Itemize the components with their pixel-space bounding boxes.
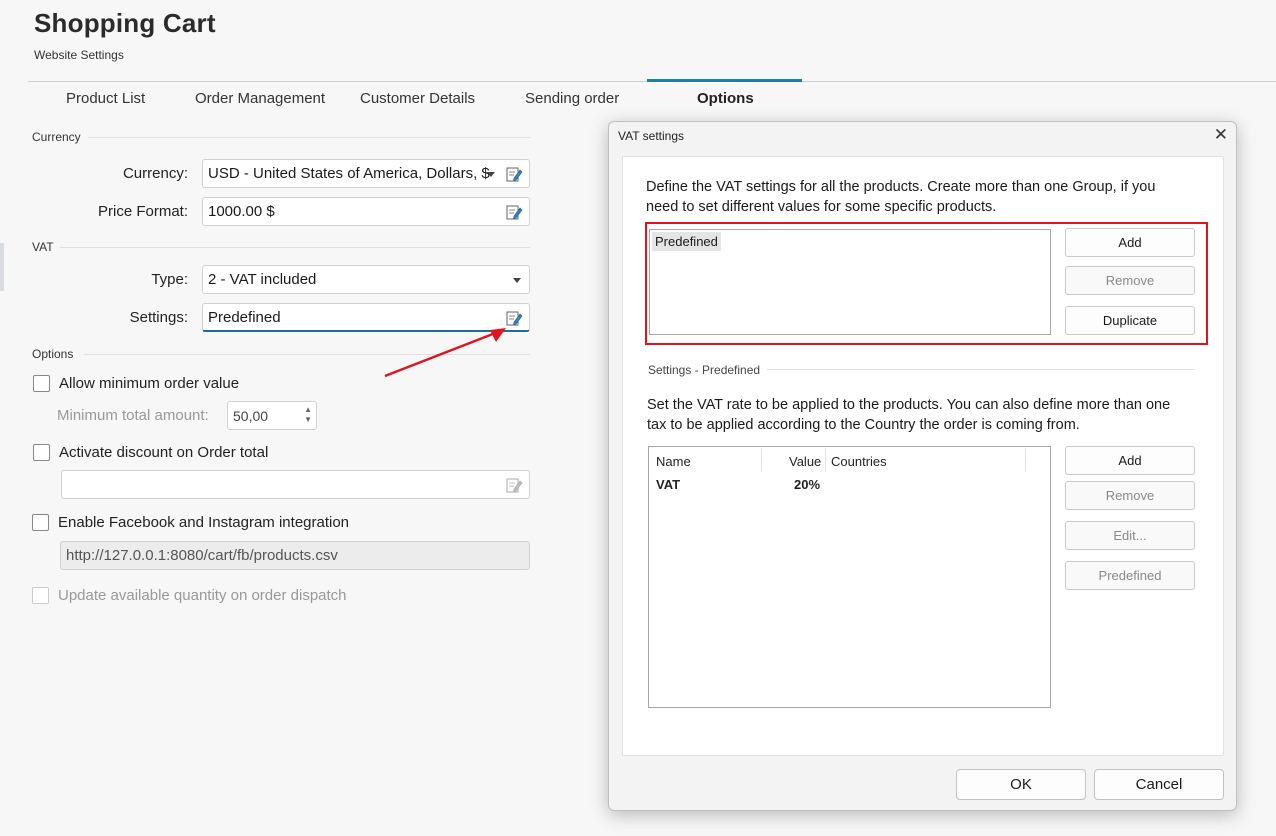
price-format-field[interactable]: 1000.00 $ [202, 197, 530, 226]
min-total-label: Minimum total amount: [57, 407, 209, 424]
vat-settings-value: Predefined [208, 309, 281, 326]
activate-discount-checkbox[interactable] [33, 444, 50, 461]
vat-intro-text: Define the VAT settings for all the prod… [646, 177, 1155, 217]
stepper-arrows-icon[interactable]: ▲ ▼ [304, 405, 312, 425]
annotation-arrow [384, 328, 506, 378]
vat-section-divider [60, 247, 530, 248]
activate-discount-label: Activate discount on Order total [59, 444, 269, 461]
side-panel-handle[interactable] [0, 243, 4, 291]
currency-select[interactable]: USD - United States of America, Dollars,… [202, 159, 530, 188]
row-value-cell: 20% [794, 477, 821, 492]
vat-section-label: VAT [32, 240, 54, 254]
column-header-value[interactable]: Value [789, 454, 821, 469]
currency-section-divider [88, 137, 530, 138]
tab-sending-order[interactable]: Sending order [525, 90, 619, 107]
vat-settings-label: Settings: [129, 309, 188, 326]
add-rate-button[interactable]: Add [1065, 446, 1195, 475]
annotation-highlight-box [645, 222, 1208, 345]
page-title: Shopping Cart [34, 8, 216, 38]
column-separator[interactable] [761, 449, 762, 471]
predefined-rate-button[interactable]: Predefined [1065, 561, 1195, 590]
tab-order-management[interactable]: Order Management [195, 90, 325, 107]
price-format-value: 1000.00 $ [208, 203, 275, 220]
vat-type-value: 2 - VAT included [208, 271, 317, 288]
column-separator[interactable] [825, 449, 826, 471]
vat-type-label: Type: [151, 271, 188, 288]
close-icon[interactable]: ✕ [1214, 125, 1228, 145]
tab-customer-details[interactable]: Customer Details [360, 90, 475, 107]
cancel-button[interactable]: Cancel [1094, 769, 1224, 800]
enable-facebook-checkbox[interactable] [32, 514, 49, 531]
update-quantity-checkbox[interactable] [32, 587, 49, 604]
vat-rate-line-2: tax to be applied according to the Count… [647, 417, 1080, 433]
edit-icon[interactable] [505, 165, 523, 183]
page-subtitle: Website Settings [34, 48, 124, 62]
column-separator[interactable] [1025, 449, 1026, 471]
allow-min-order-checkbox[interactable] [33, 375, 50, 392]
edit-rate-button[interactable]: Edit... [1065, 521, 1195, 550]
chevron-down-icon [487, 172, 495, 177]
price-format-label: Price Format: [97, 203, 188, 220]
edit-icon[interactable] [505, 476, 523, 494]
tab-product-list[interactable]: Product List [66, 90, 145, 107]
update-quantity-label: Update available quantity on order dispa… [58, 587, 347, 604]
vat-rate-line-1: Set the VAT rate to be applied to the pr… [647, 397, 1171, 413]
settings-section-label: Settings - Predefined [648, 363, 761, 377]
facebook-url-field[interactable]: http://127.0.0.1:8080/cart/fb/products.c… [60, 541, 530, 570]
edit-icon[interactable] [505, 203, 523, 221]
enable-facebook-label: Enable Facebook and Instagram integratio… [58, 514, 350, 531]
vat-rates-table[interactable]: Name Value Countries VAT 20% [648, 446, 1051, 708]
min-total-stepper[interactable]: 50,00 ▲ ▼ [227, 401, 317, 430]
tab-options[interactable]: Options [697, 90, 754, 107]
vat-intro-line-1: Define the VAT settings for all the prod… [646, 179, 1156, 195]
dialog-title: VAT settings [618, 129, 685, 143]
vat-rate-text: Set the VAT rate to be applied to the pr… [647, 395, 1170, 435]
settings-section-divider [767, 369, 1195, 370]
column-header-countries[interactable]: Countries [831, 454, 887, 469]
currency-section-label: Currency [32, 130, 81, 144]
vat-intro-line-2: need to set different values for some sp… [646, 199, 997, 215]
row-name-cell: VAT [656, 477, 681, 492]
remove-rate-button[interactable]: Remove [1065, 481, 1195, 510]
discount-field[interactable] [61, 470, 530, 499]
active-tab-indicator [647, 79, 802, 82]
chevron-down-icon [513, 278, 521, 283]
vat-type-select[interactable]: 2 - VAT included [202, 265, 530, 294]
facebook-url-value: http://127.0.0.1:8080/cart/fb/products.c… [66, 547, 338, 564]
ok-button[interactable]: OK [956, 769, 1086, 800]
column-header-name[interactable]: Name [656, 454, 691, 469]
currency-value: USD - United States of America, Dollars,… [208, 165, 490, 182]
min-total-value: 50,00 [233, 408, 269, 424]
options-section-label: Options [32, 347, 74, 361]
allow-min-order-label: Allow minimum order value [59, 375, 240, 392]
currency-label: Currency: [122, 165, 188, 182]
